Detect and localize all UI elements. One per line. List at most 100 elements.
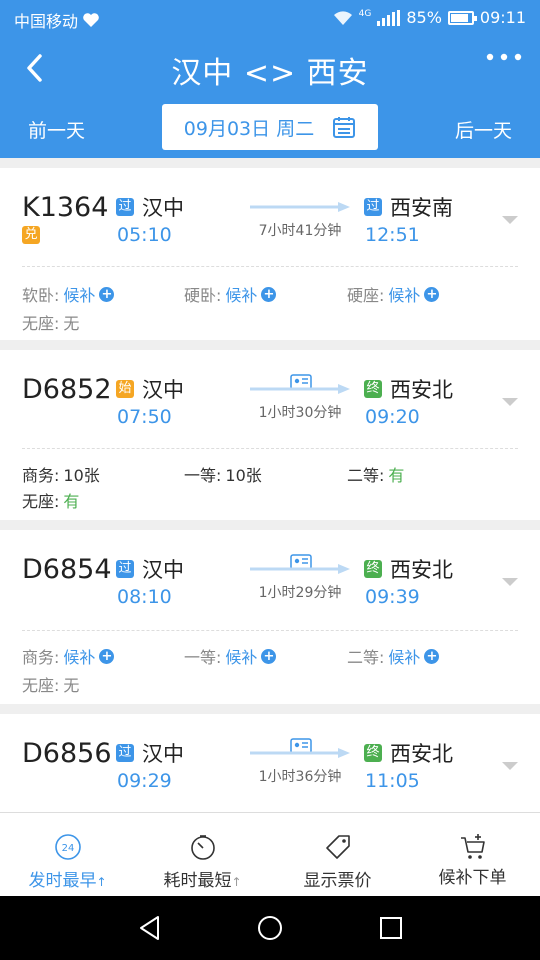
duration: 1小时36分钟 [258,769,342,785]
train-number: K1364 [22,192,109,223]
from-badge: 始 [116,380,134,398]
battery-icon [447,10,477,25]
signal-icon [377,9,401,26]
arrow-icon [250,748,350,758]
network-type: 4G [358,8,372,19]
sort-arrow-icon: ↑ [96,875,107,889]
plus-icon[interactable]: + [99,648,115,664]
nav-recents-icon[interactable] [377,914,405,942]
carrier-name: 中国移动 [14,12,79,31]
page-title: 汉中 <> 西安 [171,56,369,91]
date-picker[interactable]: 09月03日 周二 [162,104,378,150]
seat-info: 商务: 候补 + [22,644,115,668]
price-tag-icon [325,835,350,859]
date-bar: 前一天 09月03日 周二 后一天 [0,104,540,150]
departure-time: 05:10 [117,224,172,246]
arrival-time: 09:20 [365,406,420,428]
to-badge: 终 [364,560,382,578]
sort-arrow-icon: ↑ [231,875,242,889]
to-station: 西安北 [390,378,453,402]
plus-icon[interactable]: + [424,648,440,664]
header: 中国移动 4G 85% 09:11 汉中 <> 西安 前一天 09月03日 周二 [0,0,540,158]
arrival-time: 11:05 [365,770,420,792]
train-card[interactable]: K1364 兑 过 汉中 05:10 7小时41分钟 过 西安南 12:51 软… [0,168,540,340]
from-station: 汉中 [142,378,184,402]
departure-time: 07:50 [117,406,172,428]
seat-info: 软卧: 候补 + [22,282,115,306]
clock-24-icon: 24 [54,834,81,860]
chevron-down-icon[interactable] [500,396,520,408]
nav-home-icon[interactable] [256,914,284,942]
train-number: D6856 [22,738,112,769]
title-bar: 汉中 <> 西安 [0,40,540,96]
to-station: 西安北 [390,558,453,582]
plus-icon[interactable]: + [424,286,440,302]
from-station: 汉中 [142,196,184,220]
to-badge: 过 [364,198,382,216]
calendar-icon [333,117,356,138]
next-day-button[interactable]: 后一天 [455,116,512,143]
sort-shortest-label: 耗时最短 [163,871,232,891]
departure-time: 08:10 [117,586,172,608]
tag-badge: 兑 [22,226,40,244]
seat-info: 商务: 10张 [22,466,100,485]
seat-info: 无座: 无 [22,314,80,333]
heart-icon [83,13,99,27]
seat-info: 二等: 有 [347,466,405,485]
from-badge: 过 [116,198,134,216]
system-nav-bar [0,896,540,960]
seat-info: 二等: 候补 + [347,644,440,668]
arrow-icon [250,202,350,212]
sort-shortest-button[interactable]: 耗时最短↑ [135,813,270,897]
duration: 1小时29分钟 [258,585,342,601]
plus-icon[interactable]: + [261,648,277,664]
seat-info: 无座: 有 [22,492,80,511]
svg-text:24: 24 [61,843,74,854]
bottom-toolbar: 24 发时最早↑ 耗时最短↑ 显示票价 候补下单 [0,812,540,896]
train-card[interactable]: D6856 过 汉中 09:29 1小时36分钟 终 西安北 11:05 [0,714,540,812]
prev-day-button[interactable]: 前一天 [28,116,85,143]
departure-time: 09:29 [117,770,172,792]
plus-icon[interactable]: + [261,286,277,302]
sort-earliest-label: 发时最早 [28,871,97,891]
seat-info: 硬卧: 候补 + [184,282,277,306]
arrow-icon [250,564,350,574]
clock: 09:11 [479,8,526,27]
more-icon[interactable] [486,52,522,62]
seat-info: 一等: 10张 [184,466,262,485]
timer-icon [190,835,215,860]
to-station: 西安南 [390,196,453,220]
sort-earliest-button[interactable]: 24 发时最早↑ [0,813,135,897]
duration: 7小时41分钟 [258,223,342,239]
nav-back-icon[interactable] [136,914,164,942]
waitlist-order-button[interactable]: 候补下单 [405,813,540,897]
wifi-icon [333,10,352,25]
waitlist-order-label: 候补下单 [438,868,507,888]
date-label: 09月03日 周二 [183,117,315,140]
from-badge: 过 [116,560,134,578]
from-badge: 过 [116,744,134,762]
show-price-label: 显示票价 [303,871,372,891]
status-bar: 中国移动 4G 85% 09:11 [0,0,540,36]
arrival-time: 12:51 [365,224,420,246]
train-card[interactable]: D6852 始 汉中 07:50 1小时30分钟 终 西安北 09:20 商务:… [0,350,540,520]
from-station: 汉中 [142,558,184,582]
to-badge: 终 [364,380,382,398]
plus-icon[interactable]: + [99,286,115,302]
seat-info: 无座: 无 [22,676,80,695]
train-number: D6852 [22,374,112,405]
train-number: D6854 [22,554,112,585]
to-station: 西安北 [390,742,453,766]
cart-plus-icon [460,834,485,859]
chevron-down-icon[interactable] [500,760,520,772]
chevron-down-icon[interactable] [500,214,520,226]
show-price-button[interactable]: 显示票价 [270,813,405,897]
seat-info: 一等: 候补 + [184,644,277,668]
to-badge: 终 [364,744,382,762]
chevron-down-icon[interactable] [500,576,520,588]
train-card[interactable]: D6854 过 汉中 08:10 1小时29分钟 终 西安北 09:39 商务:… [0,530,540,704]
battery-percent: 85% [406,8,442,27]
arrow-icon [250,384,350,394]
from-station: 汉中 [142,742,184,766]
duration: 1小时30分钟 [258,405,342,421]
